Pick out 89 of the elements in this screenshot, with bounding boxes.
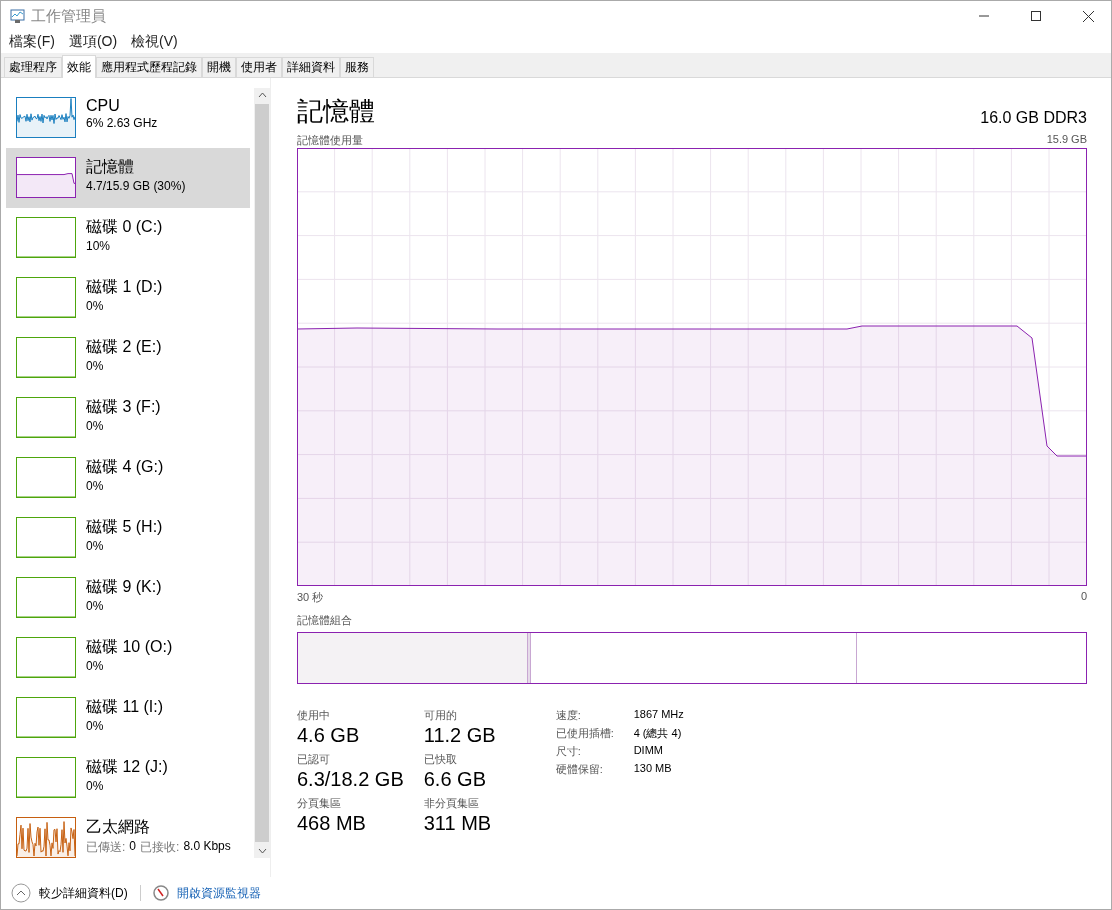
stat-label: 已快取: [423, 752, 458, 767]
device-name: 乙太網路: [86, 817, 151, 837]
stat-value: 6.3/18.2 GB: [297, 767, 404, 791]
resource-monitor-link[interactable]: 開啟資源監視器: [176, 884, 261, 902]
property-label: 已使用插槽:: [555, 726, 615, 741]
tab[interactable]: 處理程序: [4, 57, 62, 77]
stat-value: 468 MB: [297, 811, 367, 835]
device-name: 磁碟 5 (H:): [86, 517, 163, 537]
tab[interactable]: 開機: [202, 57, 236, 77]
stat-value: 311 MB: [423, 811, 493, 835]
device-usage: 0%: [86, 299, 105, 313]
device-name: 磁碟 1 (D:): [86, 277, 163, 297]
tab[interactable]: 效能: [62, 55, 96, 78]
sidebar-item[interactable]: 磁碟 0 (C:) 10%: [6, 208, 250, 268]
device-usage: 10%: [86, 239, 112, 253]
scrollbar[interactable]: [254, 88, 270, 858]
menu-item[interactable]: 檢視(V): [131, 33, 178, 51]
device-usage: 0%: [86, 719, 105, 733]
stat-label: 分頁集區: [297, 796, 342, 811]
gauge-icon: [152, 885, 169, 901]
stat-label: 可用的: [423, 708, 458, 723]
panel-title: 記憶體: [297, 95, 375, 128]
device-name: 磁碟 11 (I:): [86, 697, 164, 717]
device-usage: 0%: [86, 779, 105, 793]
menu-item[interactable]: 選項(O): [68, 33, 118, 51]
composition-label: 記憶體組合: [297, 613, 352, 628]
window-title: 工作管理員: [31, 6, 107, 26]
sidebar-item[interactable]: 磁碟 3 (F:) 0%: [6, 388, 250, 448]
tab[interactable]: 詳細資料: [282, 57, 340, 77]
stat-value: 6.6 GB: [423, 767, 487, 791]
device-name: 磁碟 9 (K:): [86, 577, 162, 597]
stat-value: 4.6 GB: [297, 723, 361, 747]
sidebar-item[interactable]: CPU 6% 2.63 GHz: [6, 88, 250, 148]
fewer-details-button[interactable]: 較少詳細資料(D): [39, 884, 128, 902]
tab[interactable]: 使用者: [236, 57, 282, 77]
property-value: 1867 MHz: [633, 708, 684, 722]
time-start-label: 30 秒: [297, 590, 324, 605]
device-name: 磁碟 3 (F:): [86, 397, 161, 417]
received-value: 8.0 Kbps: [183, 839, 231, 855]
sidebar-item[interactable]: 磁碟 4 (G:) 0%: [6, 448, 250, 508]
graph-max: 15.9 GB: [1046, 133, 1087, 147]
monitor-graph-icon: [9, 8, 25, 24]
property-value: 130 MB: [633, 762, 673, 776]
property-label: 硬體保留:: [555, 762, 604, 777]
menu-item[interactable]: 檔案(F): [9, 33, 55, 51]
property-value: DIMM: [633, 744, 664, 758]
device-usage: 4.7/15.9 GB (30%): [86, 179, 186, 193]
sidebar-item[interactable]: 乙太網路 已傳送: 0 已接收: 8.0 Kbps: [6, 808, 250, 868]
scrollbar-thumb[interactable]: [255, 104, 269, 842]
device-usage: 0%: [86, 659, 105, 673]
graph-label: 記憶體使用量: [297, 133, 363, 148]
memory-type: 16.0 GB DDR3: [980, 109, 1087, 127]
sidebar-item[interactable]: 磁碟 2 (E:) 0%: [6, 328, 250, 388]
device-name: 磁碟 10 (O:): [86, 637, 173, 657]
close-icon: [1082, 10, 1094, 22]
received-label: 已接收:: [140, 839, 180, 856]
maximize-icon: [1031, 11, 1041, 21]
sent-label: 已傳送:: [86, 839, 126, 856]
sidebar-item[interactable]: 磁碟 11 (I:) 0%: [6, 688, 250, 748]
collapse-icon[interactable]: [11, 883, 31, 903]
device-name: 磁碟 4 (G:): [86, 457, 164, 477]
property-value: 4 (總共 4): [633, 726, 683, 741]
sidebar-item[interactable]: 磁碟 12 (J:) 0%: [6, 748, 250, 808]
device-name: CPU: [86, 97, 121, 115]
tab[interactable]: 應用程式歷程記錄: [96, 57, 202, 77]
device-usage: 0%: [86, 479, 105, 493]
device-usage: 0%: [86, 599, 105, 613]
sent-value: 0: [129, 839, 137, 855]
time-end-label: 0: [1080, 590, 1087, 604]
tab[interactable]: 服務: [340, 57, 374, 77]
device-usage: 0%: [86, 539, 105, 553]
device-name: 磁碟 12 (J:): [86, 757, 168, 777]
stat-label: 非分頁集區: [423, 796, 480, 811]
sidebar-item[interactable]: 磁碟 9 (K:) 0%: [6, 568, 250, 628]
device-usage: 0%: [86, 359, 105, 373]
device-name: 記憶體: [86, 157, 135, 177]
sidebar-item[interactable]: 磁碟 10 (O:) 0%: [6, 628, 250, 688]
sidebar-item[interactable]: 磁碟 5 (H:) 0%: [6, 508, 250, 568]
sidebar-item[interactable]: 記憶體 4.7/15.9 GB (30%): [6, 148, 250, 208]
stat-label: 使用中: [297, 708, 331, 723]
property-label: 尺寸:: [555, 744, 582, 759]
device-name: 磁碟 2 (E:): [86, 337, 162, 357]
device-name: 磁碟 0 (C:): [86, 217, 163, 237]
device-usage: 6% 2.63 GHz: [86, 116, 158, 130]
property-label: 速度:: [555, 708, 582, 723]
stat-value: 11.2 GB: [423, 723, 496, 747]
device-usage: 0%: [86, 419, 105, 433]
stat-label: 已認可: [297, 752, 331, 767]
sidebar-item[interactable]: 磁碟 1 (D:) 0%: [6, 268, 250, 328]
